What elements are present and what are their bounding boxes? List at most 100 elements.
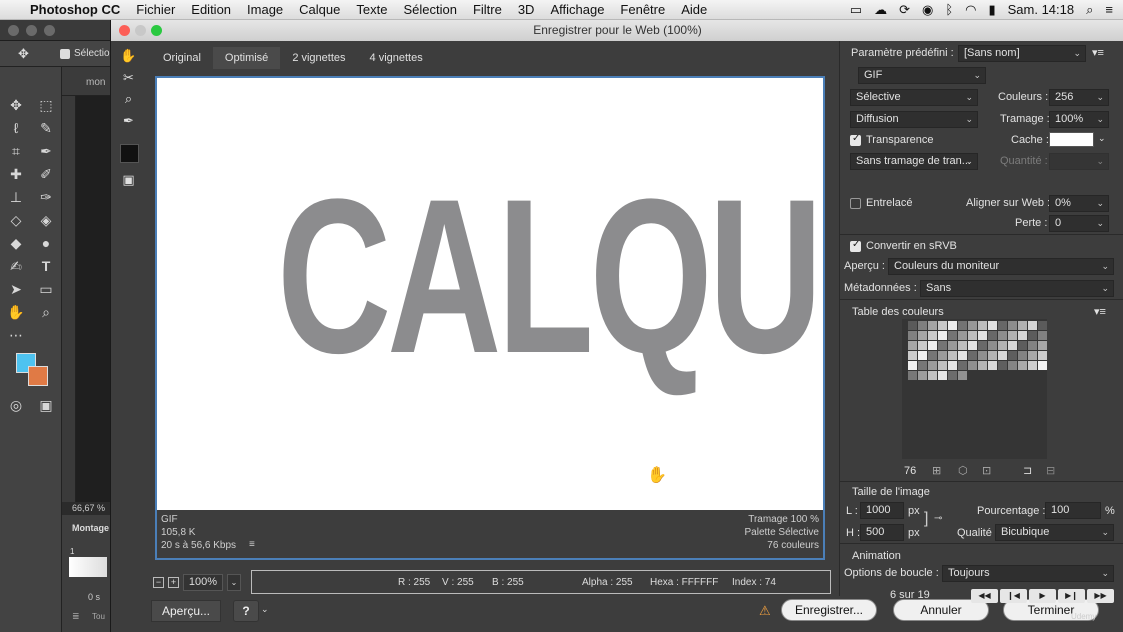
menu-3d[interactable]: 3D bbox=[518, 2, 535, 17]
healing-icon[interactable]: ✚ bbox=[5, 164, 27, 184]
color-swatch[interactable] bbox=[948, 371, 957, 380]
quality-select[interactable]: Bicubique ⌄ bbox=[995, 524, 1114, 541]
interlaced-checkbox[interactable] bbox=[850, 198, 861, 209]
color-swatch[interactable] bbox=[948, 331, 957, 340]
shield-icon[interactable]: ◉ bbox=[922, 2, 933, 18]
chevron-down-icon[interactable]: ⌄ bbox=[1098, 133, 1106, 144]
lock-icon[interactable]: ⊡ bbox=[982, 464, 991, 477]
brush-icon[interactable]: ✐ bbox=[35, 164, 57, 184]
color-swatch[interactable] bbox=[928, 351, 937, 360]
menu-aide[interactable]: Aide bbox=[681, 2, 707, 17]
color-table[interactable] bbox=[902, 319, 1047, 459]
color-swatch[interactable] bbox=[1028, 341, 1037, 350]
menu-fenetre[interactable]: Fenêtre bbox=[620, 2, 665, 17]
move-icon[interactable]: ✥ bbox=[5, 95, 27, 115]
dialog-close-button[interactable] bbox=[119, 25, 130, 36]
color-swatch[interactable] bbox=[988, 351, 997, 360]
colors-select[interactable]: 256 ⌄ bbox=[1049, 89, 1109, 106]
paint-bucket-icon[interactable]: ◈ bbox=[35, 210, 57, 230]
color-swatch[interactable] bbox=[1008, 341, 1017, 350]
eyedropper-icon[interactable]: ✒ bbox=[35, 141, 57, 161]
color-swatch[interactable] bbox=[988, 341, 997, 350]
dither-select[interactable]: Diffusion ⌄ bbox=[850, 111, 978, 128]
color-table-menu-icon[interactable]: ▾≡ bbox=[1094, 305, 1106, 318]
color-swatch[interactable] bbox=[968, 321, 977, 330]
path-select-icon[interactable]: ➤ bbox=[5, 279, 27, 299]
color-swatch[interactable] bbox=[908, 351, 917, 360]
blur-icon[interactable]: ◆ bbox=[5, 233, 27, 253]
color-swatch[interactable] bbox=[908, 331, 917, 340]
color-swatch[interactable] bbox=[1008, 351, 1017, 360]
color-swatch[interactable] bbox=[988, 361, 997, 370]
color-swatch[interactable] bbox=[938, 361, 947, 370]
hand-icon[interactable]: ✋ bbox=[5, 302, 27, 322]
clock[interactable]: Sam. 14:18 bbox=[1008, 2, 1075, 17]
frame-thumbnail[interactable] bbox=[69, 557, 107, 577]
color-swatch[interactable] bbox=[918, 331, 927, 340]
color-swatch[interactable] bbox=[918, 361, 927, 370]
move-tool-icon[interactable]: ✥ bbox=[18, 46, 29, 62]
last-frame-button[interactable]: ▶▶ bbox=[1087, 589, 1114, 603]
color-swatch[interactable] bbox=[938, 321, 947, 330]
color-swatch[interactable] bbox=[1008, 331, 1017, 340]
tab-optimise[interactable]: Optimisé bbox=[212, 47, 281, 69]
color-swatch[interactable] bbox=[928, 341, 937, 350]
tab-4-up[interactable]: 4 vignettes bbox=[358, 47, 435, 69]
height-field[interactable]: 500 bbox=[860, 524, 904, 541]
color-swatch[interactable] bbox=[968, 341, 977, 350]
color-swatch[interactable] bbox=[918, 351, 927, 360]
color-swatch[interactable] bbox=[928, 331, 937, 340]
zoom-in-button[interactable]: + bbox=[168, 576, 179, 588]
color-swatch[interactable] bbox=[948, 351, 957, 360]
color-swatch[interactable] bbox=[998, 341, 1007, 350]
menu-selection[interactable]: Sélection bbox=[403, 2, 456, 17]
color-swatch[interactable] bbox=[998, 321, 1007, 330]
preview-mode-select[interactable]: Couleurs du moniteur ⌄ bbox=[888, 258, 1114, 275]
cube-icon[interactable]: ⬡ bbox=[958, 464, 968, 477]
metadata-select[interactable]: Sans ⌄ bbox=[920, 280, 1114, 297]
screen-mode-icon[interactable]: ▣ bbox=[35, 395, 57, 415]
transparency-checkbox[interactable] bbox=[850, 133, 861, 146]
color-swatch[interactable] bbox=[1018, 341, 1027, 350]
color-swatch[interactable] bbox=[918, 341, 927, 350]
lossy-field[interactable]: 0 ⌄ bbox=[1049, 215, 1109, 232]
download-speed-menu-icon[interactable]: ≡ bbox=[249, 539, 255, 550]
shape-icon[interactable]: ▭ bbox=[35, 279, 57, 299]
toggle-slices-icon[interactable]: ▣ bbox=[118, 170, 139, 190]
auto-select-checkbox[interactable] bbox=[60, 49, 70, 59]
ps-close-button[interactable] bbox=[8, 25, 19, 36]
zoom-level-field[interactable]: 100% bbox=[183, 573, 223, 591]
app-menu[interactable]: Photoshop CC bbox=[30, 2, 120, 17]
color-swatch[interactable] bbox=[1018, 361, 1027, 370]
ps-zoom-button[interactable] bbox=[44, 25, 55, 36]
color-swatch[interactable] bbox=[938, 341, 947, 350]
color-swatch[interactable] bbox=[918, 321, 927, 330]
srgb-checkbox[interactable] bbox=[850, 239, 861, 252]
format-select[interactable]: GIF ⌄ bbox=[858, 67, 986, 84]
color-swatch[interactable] bbox=[1028, 361, 1037, 370]
quick-select-icon[interactable]: ✎ bbox=[35, 118, 57, 138]
color-swatch[interactable] bbox=[988, 331, 997, 340]
color-swatch[interactable] bbox=[948, 341, 957, 350]
color-swatch[interactable] bbox=[968, 331, 977, 340]
menu-texte[interactable]: Texte bbox=[356, 2, 387, 17]
menu-image[interactable]: Image bbox=[247, 2, 283, 17]
color-swatch[interactable] bbox=[1038, 321, 1047, 330]
dodge-icon[interactable]: ● bbox=[35, 233, 57, 253]
color-swatch[interactable] bbox=[1028, 331, 1037, 340]
color-swatch[interactable] bbox=[938, 331, 947, 340]
color-swatch[interactable] bbox=[968, 351, 977, 360]
color-swatch[interactable] bbox=[978, 341, 987, 350]
color-swatch[interactable] bbox=[1018, 351, 1027, 360]
color-swatch[interactable] bbox=[938, 351, 947, 360]
quick-mask-icon[interactable]: ◎ bbox=[5, 395, 27, 415]
menu-calque[interactable]: Calque bbox=[299, 2, 340, 17]
lasso-icon[interactable]: ℓ bbox=[5, 118, 27, 138]
color-swatch[interactable] bbox=[958, 351, 967, 360]
history-brush-icon[interactable]: ✑ bbox=[35, 187, 57, 207]
color-swatch[interactable] bbox=[968, 361, 977, 370]
color-swatch[interactable] bbox=[978, 351, 987, 360]
color-swatch[interactable] bbox=[1038, 331, 1047, 340]
color-swatch[interactable] bbox=[998, 331, 1007, 340]
color-swatch[interactable] bbox=[918, 371, 927, 380]
